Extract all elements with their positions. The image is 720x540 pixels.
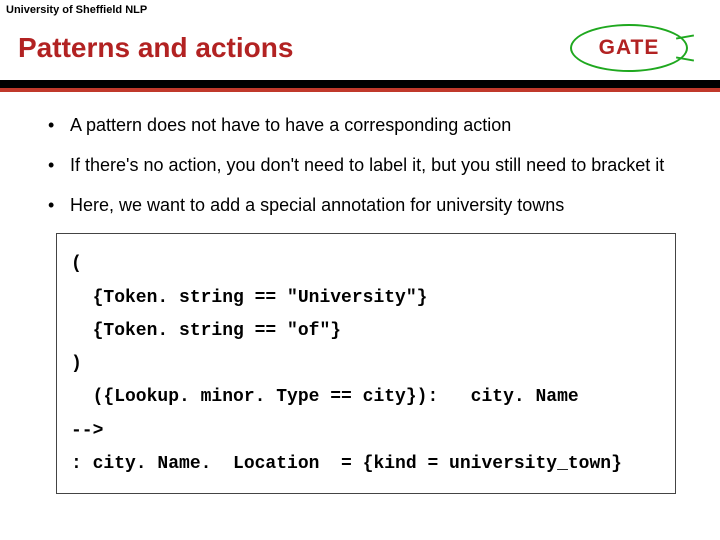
- slide-content: A pattern does not have to have a corres…: [0, 92, 720, 494]
- logo-oval-icon: GATE: [570, 24, 688, 72]
- title-row: Patterns and actions GATE: [0, 18, 720, 80]
- slide-title: Patterns and actions: [18, 32, 293, 64]
- list-item: Here, we want to add a special annotatio…: [44, 194, 696, 218]
- slide-source: University of Sheffield NLP: [0, 0, 720, 18]
- divider-black: [0, 80, 720, 88]
- code-block: ( {Token. string == "University"} {Token…: [56, 233, 676, 494]
- bullet-list: A pattern does not have to have a corres…: [44, 114, 696, 217]
- logo-text: GATE: [599, 36, 660, 60]
- gate-logo: GATE: [570, 24, 688, 72]
- list-item: A pattern does not have to have a corres…: [44, 114, 696, 138]
- list-item: If there's no action, you don't need to …: [44, 154, 696, 178]
